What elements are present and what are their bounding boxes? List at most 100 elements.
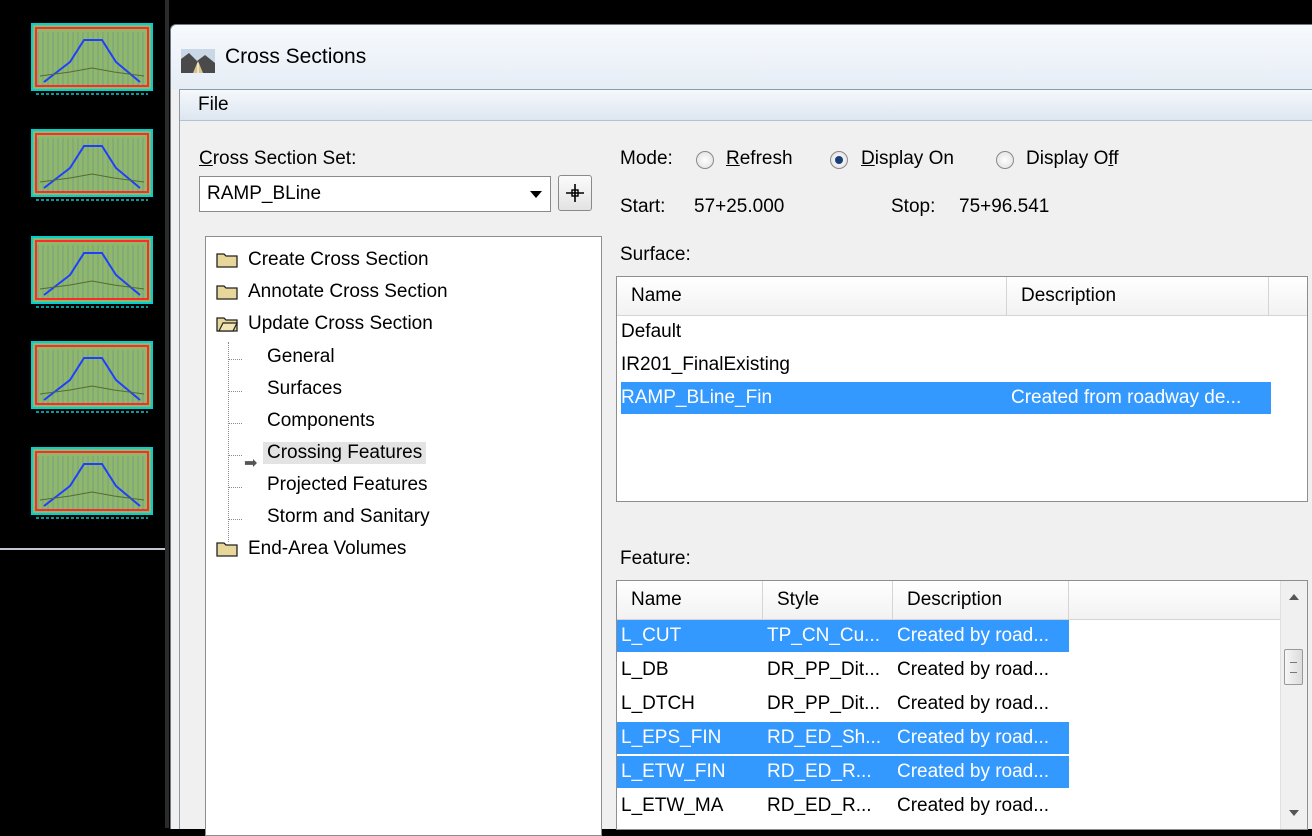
feature-row[interactable]: L_DTCH DR_PP_Dit... Created by road...: [617, 688, 1069, 720]
feature-description: Created by road...: [897, 727, 1050, 748]
feature-list: Name Style Description L_CUT TP_CN_Cu... C…: [616, 580, 1308, 830]
tree-connector: [228, 487, 242, 488]
feature-style: DR_PP_Dit...: [767, 659, 880, 680]
surface-row[interactable]: IR201_FinalExisting: [621, 349, 1271, 381]
tree-item-label: General: [267, 346, 335, 367]
tree-connector: [228, 423, 242, 424]
folder-closed-icon: [216, 542, 238, 557]
cross-section-drawing: [31, 23, 153, 95]
tree-connector: [228, 455, 242, 456]
cross-sections-app-icon: [181, 49, 215, 73]
menu-bar: File: [180, 90, 1312, 121]
feature-list-header: Name Style Description: [617, 581, 1307, 620]
refresh-text: efresh: [739, 148, 793, 169]
scroll-thumb[interactable]: [1284, 649, 1303, 685]
refresh-accel: R: [726, 148, 740, 169]
feature-row[interactable]: L_ETW_MA RD_ED_R... Created by road...: [617, 790, 1069, 822]
surface-name: IR201_FinalExisting: [621, 354, 790, 375]
cross-section-thumbnail[interactable]: [30, 340, 154, 420]
feature-description: Created by road...: [897, 625, 1050, 646]
display-on-text: isplay On: [874, 148, 954, 169]
tree-connector: [228, 359, 242, 360]
feature-name: L_EPS_FIN: [621, 727, 722, 748]
display-on-accel: D: [861, 148, 875, 169]
tree-item-label: Crossing Features: [263, 442, 427, 464]
start-value: 57+25.000: [694, 196, 785, 217]
column-header-name[interactable]: Name: [617, 277, 1007, 315]
tree-connector: [228, 391, 242, 392]
feature-row[interactable]: L_ETW_MP RD_ED_R... Created by road...: [617, 824, 1069, 829]
feature-style: RD_ED_Sh...: [767, 727, 882, 748]
column-header-style[interactable]: Style: [763, 581, 893, 619]
cross-sections-dialog: Cross Sections File Cross Section Set: R…: [170, 24, 1312, 836]
cross-section-thumbnail[interactable]: [30, 128, 154, 208]
display-off-radio-label[interactable]: Display Off: [1026, 148, 1119, 170]
tree-item-label: Storm and Sanitary: [267, 506, 430, 527]
feature-row[interactable]: L_DB DR_PP_Dit... Created by road...: [617, 654, 1069, 686]
cross-section-set-value: RAMP_BLine: [207, 183, 322, 204]
mode-label: Mode:: [620, 148, 673, 169]
stop-value: 75+96.541: [959, 196, 1050, 217]
cross-section-drawing: [31, 447, 153, 519]
surface-name: RAMP_BLine_Fin: [621, 387, 773, 408]
column-header-description[interactable]: Description: [1007, 277, 1269, 315]
tree-item-label: End-Area Volumes: [248, 538, 407, 559]
cross-section-thumbnail[interactable]: [30, 22, 154, 102]
cross-section-thumbnail[interactable]: [30, 446, 154, 526]
start-label: Start:: [620, 196, 666, 217]
feature-style: RD_ED_R...: [767, 761, 872, 782]
feature-style: TP_CN_Cu...: [767, 625, 880, 646]
surface-description: Created from roadway de...: [1011, 387, 1242, 408]
cross-section-set-dropdown[interactable]: RAMP_BLine: [199, 176, 551, 212]
cross-section-thumbnail[interactable]: [30, 235, 154, 315]
title-bar[interactable]: Cross Sections: [171, 25, 1312, 89]
crosshair-icon: [566, 184, 584, 202]
menu-file[interactable]: File: [198, 94, 229, 116]
tree-item-label: Create Cross Section: [248, 249, 429, 270]
cad-view-strip: [0, 0, 169, 828]
refresh-radio-label[interactable]: Refresh: [726, 148, 793, 170]
display-off-radio[interactable]: [996, 151, 1014, 169]
surface-row[interactable]: Default: [621, 316, 1271, 348]
feature-row-selected[interactable]: L_EPS_FIN RD_ED_Sh... Created by road...: [617, 722, 1069, 754]
folder-open-icon: [216, 317, 238, 332]
cross-section-drawing: [31, 341, 153, 413]
feature-name: L_DB: [621, 659, 669, 680]
tree-item-label: Annotate Cross Section: [248, 281, 448, 302]
locate-button[interactable]: [558, 175, 592, 211]
feature-style: RD_ED_R...: [767, 824, 893, 829]
column-header-name[interactable]: Name: [617, 581, 763, 619]
surface-list-header: Name Description: [617, 277, 1307, 316]
display-on-radio[interactable]: [830, 151, 848, 169]
feature-name: L_DTCH: [621, 693, 695, 714]
folder-closed-icon: [216, 253, 238, 268]
window-title: Cross Sections: [225, 45, 367, 68]
feature-style: RD_ED_R...: [767, 795, 872, 816]
stop-label: Stop:: [891, 196, 936, 217]
surface-row-selected[interactable]: RAMP_BLine_Fin Created from roadway de..…: [621, 382, 1271, 414]
arrow-right-icon: ➡: [244, 455, 258, 472]
folder-closed-icon: [216, 285, 238, 300]
refresh-radio[interactable]: [696, 151, 714, 169]
feature-description: Created by road...: [897, 693, 1050, 714]
display-on-radio-label[interactable]: Display On: [861, 148, 954, 170]
feature-row-selected[interactable]: L_CUT TP_CN_Cu... Created by road...: [617, 620, 1069, 652]
view-border: [165, 0, 169, 828]
cross-section-drawing: [31, 236, 153, 308]
feature-style: DR_PP_Dit...: [767, 693, 880, 714]
feature-name: L_CUT: [621, 625, 682, 646]
surface-label: Surface:: [620, 244, 691, 265]
column-header-description[interactable]: Description: [893, 581, 1069, 619]
view-divider: [0, 548, 165, 550]
feature-scrollbar[interactable]: [1280, 581, 1307, 829]
tree-connector: [228, 519, 242, 520]
feature-row-selected[interactable]: L_ETW_FIN RD_ED_R... Created by road...: [617, 756, 1069, 788]
cross-section-drawing: [31, 129, 153, 201]
surface-name: Default: [621, 321, 682, 342]
task-tree: Create Cross Section Annotate Cross Sect…: [205, 236, 602, 836]
scroll-up-arrow-icon[interactable]: [1289, 594, 1299, 600]
display-off-text: Display O: [1026, 148, 1109, 169]
cross-section-set-label-text: ross Section Set:: [212, 148, 357, 169]
feature-description: Created by road...: [897, 761, 1050, 782]
scroll-down-arrow-icon[interactable]: [1289, 810, 1299, 816]
